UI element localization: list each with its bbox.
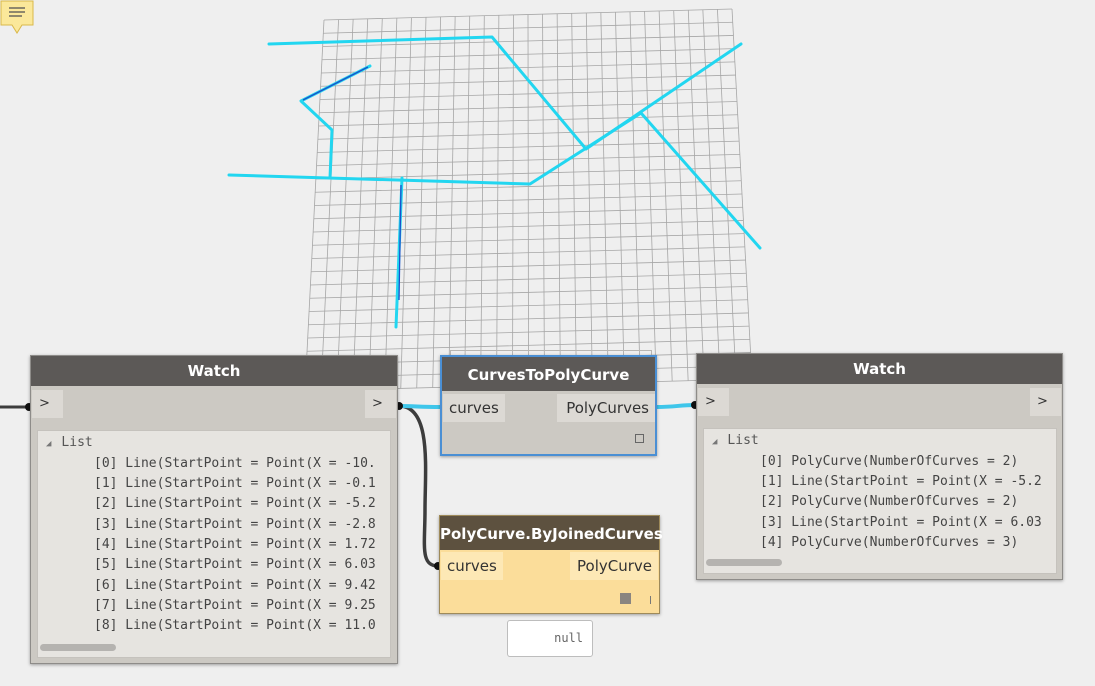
output-port[interactable]: > <box>1030 388 1061 416</box>
preview-bubble-icon[interactable] <box>0 0 34 34</box>
list-item: [1] Line(StartPoint = Point(X = -5.2 <box>760 474 1042 489</box>
list-item: [3] Line(StartPoint = Point(X = -2.8 <box>94 517 376 532</box>
list-label: List <box>727 433 759 448</box>
list-header[interactable]: ◢ List <box>46 435 93 450</box>
node-title: Watch <box>31 356 397 386</box>
input-port-curves[interactable]: curves <box>443 394 505 422</box>
list-label: List <box>61 435 93 450</box>
list-header[interactable]: ◢ List <box>712 433 759 448</box>
list-item: [6] Line(StartPoint = Point(X = 9.42 <box>94 578 376 593</box>
preview-value-bubble[interactable]: null <box>507 620 593 657</box>
output-port-polycurve[interactable]: PolyCurve <box>570 552 658 580</box>
geometry-curve <box>267 35 743 151</box>
output-port-polycurves[interactable]: PolyCurves <box>557 394 655 422</box>
watch-panel[interactable]: ◢ List [0] PolyCurve(NumberOfCurves = 2) … <box>703 428 1057 574</box>
list-item: [0] Line(StartPoint = Point(X = -10. <box>94 456 376 471</box>
node-title: Watch <box>697 354 1062 384</box>
list-item: [2] PolyCurve(NumberOfCurves = 2) <box>760 494 1019 509</box>
list-item: [4] PolyCurve(NumberOfCurves = 3) <box>760 535 1019 550</box>
graph-canvas[interactable]: Watch > > ◢ List [0] Line(StartPoint = Po… <box>0 0 1095 686</box>
horizontal-scrollbar[interactable] <box>40 644 116 651</box>
wire-curvestopolycurve-to-watch[interactable] <box>656 403 696 409</box>
list-item: [0] PolyCurve(NumberOfCurves = 2) <box>760 454 1019 469</box>
curves-to-polycurve-node[interactable]: CurvesToPolyCurve curves PolyCurves <box>440 355 657 456</box>
lacing-icon[interactable] <box>635 434 644 443</box>
preview-geometry-highlight <box>302 66 402 301</box>
watch-panel[interactable]: ◢ List [0] Line(StartPoint = Point(X = -1… <box>37 430 391 658</box>
wire-watch-to-polycurve[interactable] <box>398 404 439 568</box>
preview-grid <box>304 8 753 392</box>
lacing-icon[interactable] <box>620 593 631 604</box>
list-item: [2] Line(StartPoint = Point(X = -5.2 <box>94 496 376 511</box>
input-port-curves[interactable]: curves <box>441 552 503 580</box>
wire-watch-to-curvestopolycurve[interactable] <box>398 404 441 409</box>
horizontal-scrollbar[interactable] <box>706 559 782 566</box>
polycurve-by-joined-curves-node[interactable]: PolyCurve.ByJoinedCurves curves PolyCurv… <box>439 515 663 614</box>
input-port[interactable]: > <box>698 388 729 416</box>
list-item: [7] Line(StartPoint = Point(X = 9.25 <box>94 598 376 613</box>
input-port[interactable]: > <box>32 390 63 418</box>
list-item: [8] Line(StartPoint = Point(X = 11.0 <box>94 618 376 633</box>
watch-node-left[interactable]: Watch > > ◢ List [0] Line(StartPoint = Po… <box>30 355 398 664</box>
list-item: [4] Line(StartPoint = Point(X = 1.72 <box>94 537 376 552</box>
lacing-indicator <box>650 596 651 604</box>
list-item: [3] Line(StartPoint = Point(X = 6.03 <box>760 515 1042 530</box>
watch-node-right[interactable]: Watch > > ◢ List [0] PolyCurve(NumberOfCu… <box>696 353 1063 580</box>
node-title: CurvesToPolyCurve <box>442 357 655 391</box>
list-item: [1] Line(StartPoint = Point(X = -0.1 <box>94 476 376 491</box>
output-port[interactable]: > <box>365 390 396 418</box>
node-title: PolyCurve.ByJoinedCurves <box>440 516 663 550</box>
list-item: [5] Line(StartPoint = Point(X = 6.03 <box>94 557 376 572</box>
collapse-triangle-icon[interactable]: ◢ <box>712 437 717 447</box>
collapse-triangle-icon[interactable]: ◢ <box>46 439 51 449</box>
